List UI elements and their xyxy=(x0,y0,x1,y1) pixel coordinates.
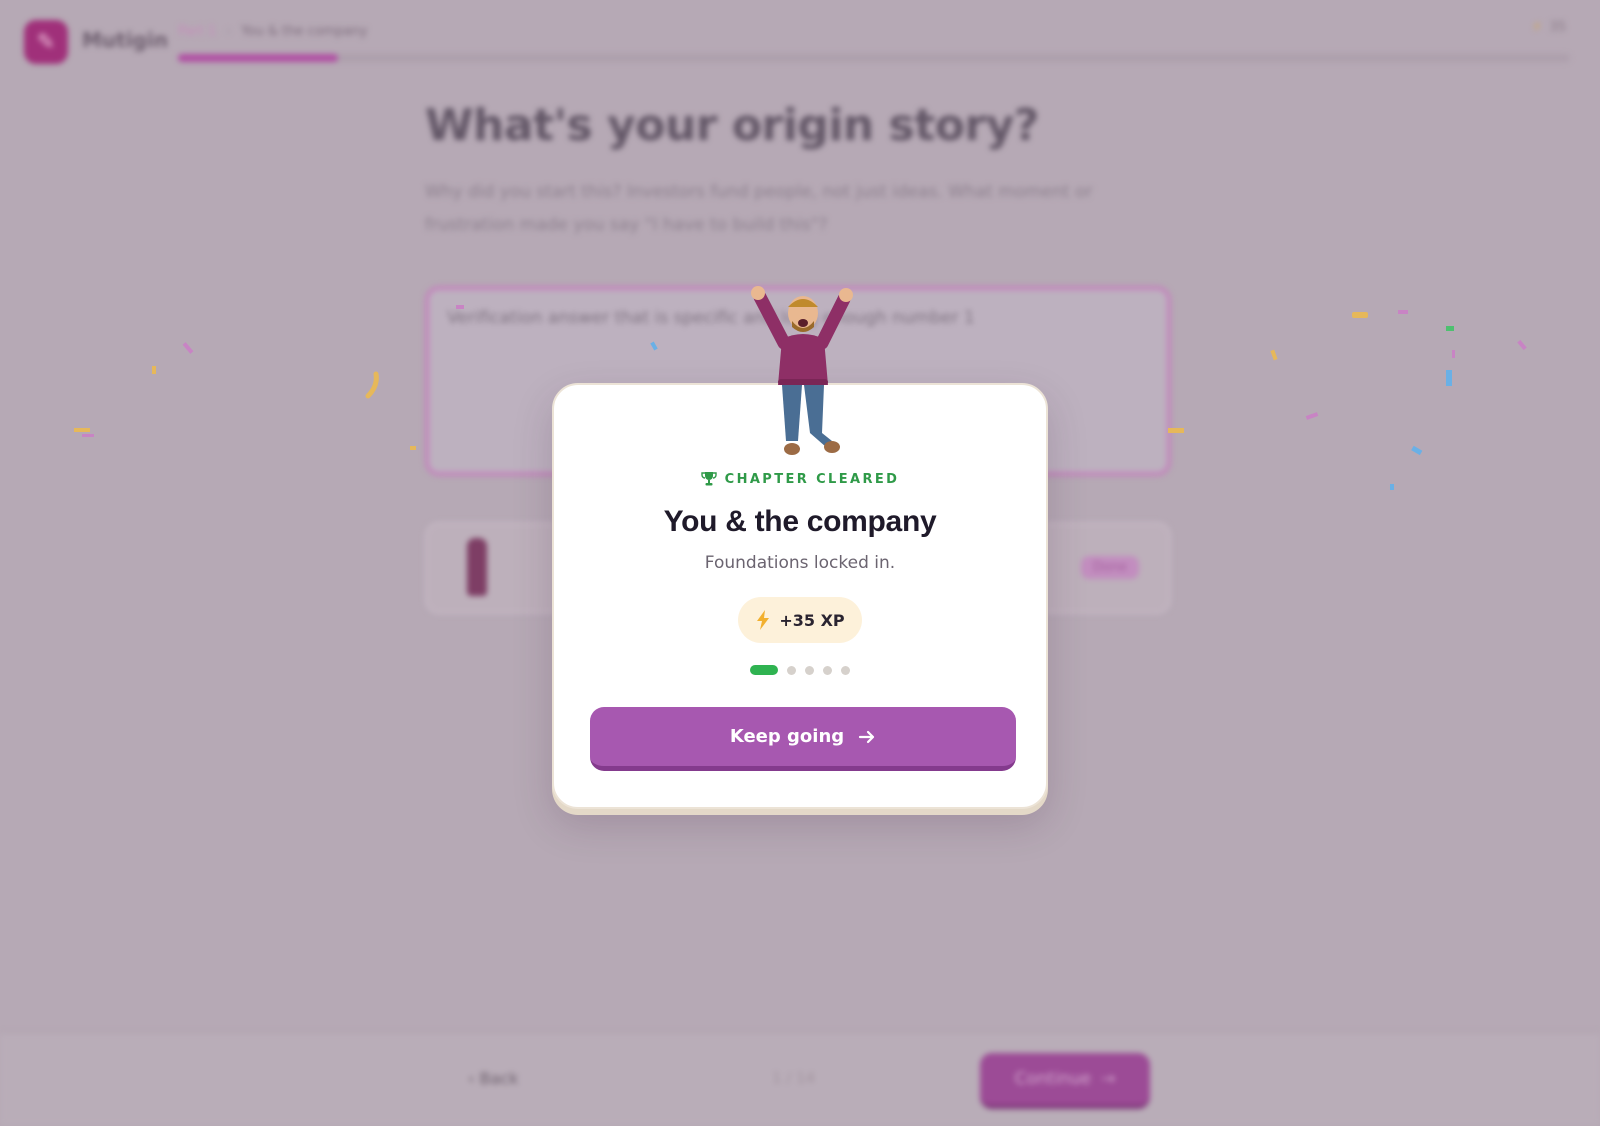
xp-total: 35 xyxy=(1549,20,1566,35)
chevron-left-icon: ‹ xyxy=(468,1069,475,1088)
continue-label: Continue xyxy=(1014,1069,1092,1089)
progress-fill xyxy=(178,54,339,62)
arrow-right-icon xyxy=(859,730,875,743)
answer-text: Verification answer that is specific and… xyxy=(447,308,975,328)
mascot-character xyxy=(751,286,853,455)
progress-dot xyxy=(841,665,850,675)
progress-dot xyxy=(750,665,778,675)
chapter-subtitle: Foundations locked in. xyxy=(704,553,896,573)
feather-icon: ✎ xyxy=(36,29,56,55)
breadcrumb: Part 1 › You & the company xyxy=(178,24,368,39)
app-name: Mutigin xyxy=(82,28,168,52)
arrow-right-icon: → xyxy=(1101,1069,1116,1089)
trophy-icon xyxy=(700,472,717,486)
chapter-cleared-label: CHAPTER CLEARED xyxy=(554,471,1046,487)
top-stats: ⚡ 35 xyxy=(1532,20,1566,35)
xp-reward-text: +35 XP xyxy=(779,610,845,630)
app-logo[interactable]: ✎ xyxy=(24,20,68,64)
status-badge: Done xyxy=(1080,556,1139,579)
progress-dot xyxy=(805,665,814,675)
page-subtitle: Why did you start this? Investors fund p… xyxy=(425,182,1093,235)
page-title: What's your origin story? xyxy=(425,100,1039,151)
progress-dot xyxy=(823,665,832,675)
chapter-progress-dots xyxy=(554,665,1046,675)
step-counter: 1 / 14 xyxy=(772,1069,816,1087)
progress-bar xyxy=(178,54,1570,62)
bolt-icon xyxy=(757,610,770,630)
breadcrumb-part[interactable]: Part 1 xyxy=(178,24,216,39)
chapter-title: You & the company xyxy=(663,505,937,538)
keep-going-button[interactable]: Keep going xyxy=(590,707,1016,771)
avatar xyxy=(467,538,487,596)
bottom-bar: ‹ Back 1 / 14 Continue → xyxy=(0,1032,1600,1126)
back-button[interactable]: ‹ Back xyxy=(468,1069,518,1088)
back-label: Back xyxy=(479,1069,519,1088)
continue-button[interactable]: Continue → xyxy=(980,1053,1150,1109)
breadcrumb-chapter: You & the company xyxy=(241,24,368,39)
xp-reward-badge: +35 XP xyxy=(738,597,862,643)
bolt-icon: ⚡ xyxy=(1532,20,1542,35)
progress-dot xyxy=(787,665,796,675)
top-bar: ✎ Mutigin Part 1 › You & the company ⚡ 35 xyxy=(0,0,1600,90)
chapter-cleared-text: CHAPTER CLEARED xyxy=(724,471,900,487)
keep-going-label: Keep going xyxy=(729,726,845,747)
